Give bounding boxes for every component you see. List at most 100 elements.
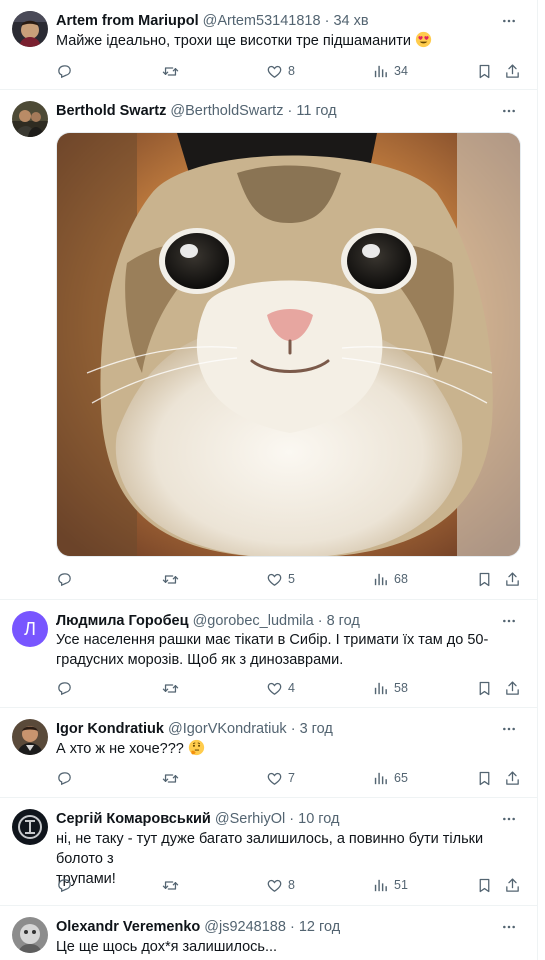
separator-dot: · [289,811,295,827]
avatar[interactable]: Л [12,611,48,647]
retweet-icon [162,571,179,588]
avatar-letter: Л [24,618,36,639]
author-name[interactable]: Olexandr Veremenko [56,919,200,935]
timestamp[interactable]: 11 год [296,103,336,119]
views-button[interactable]: 58 [372,678,408,698]
scroll-edge [537,0,545,960]
reply-button[interactable] [56,569,73,589]
reply-button[interactable] [56,875,73,895]
bookmark-icon [476,63,493,80]
tweet-text: Майже ідеально, трохи ще висотки тре під… [56,33,411,49]
author-name[interactable]: Сергій Комаровський [56,811,211,827]
share-button[interactable] [504,768,521,788]
bookmark-button[interactable] [476,61,493,81]
separator-dot: · [324,13,330,29]
separator-dot: · [289,919,295,935]
like-count: 8 [288,878,295,892]
author-handle[interactable]: @js9248188 [204,919,286,935]
views-button[interactable]: 51 [372,875,408,895]
share-icon [504,571,521,588]
share-icon [504,63,521,80]
author-handle[interactable]: @BertholdSwartz [170,103,283,119]
avatar[interactable] [12,917,48,953]
timestamp[interactable]: 34 хв [333,13,368,29]
tweet-serhiy[interactable]: Сергій Комаровський @SerhiyOl · 10 год н… [0,798,537,906]
views-button[interactable]: 34 [372,61,408,81]
tweet-liudmyla[interactable]: Л Людмила Горобец @gorobec_ludmila · 8 г… [0,600,537,708]
timestamp[interactable]: 10 год [298,811,339,827]
like-button[interactable]: 4 [266,678,295,698]
view-count: 68 [394,572,408,586]
retweet-button[interactable] [162,768,179,788]
heart-icon [266,63,283,80]
more-icon[interactable] [501,103,517,119]
retweet-button[interactable] [162,678,179,698]
tweet-text-row: Майже ідеально, трохи ще висотки тре під… [56,31,523,51]
heart-eyes-emoji-icon [415,31,432,48]
like-count: 4 [288,681,295,695]
bookmark-button[interactable] [476,768,493,788]
author-handle[interactable]: @SerhiyOl [215,811,285,827]
more-icon[interactable] [501,721,517,737]
author-handle[interactable]: @gorobec_ludmila [193,613,314,629]
author-name[interactable]: Людмила Горобец [56,613,189,629]
views-chart-icon [372,571,389,588]
timestamp[interactable]: 12 год [299,919,340,935]
like-button[interactable]: 5 [266,569,295,589]
avatar[interactable] [12,719,48,755]
bookmark-icon [476,877,493,894]
author-name[interactable]: Igor Kondratiuk [56,721,164,737]
bookmark-button[interactable] [476,875,493,895]
author-handle[interactable]: @Artem53141818 [203,13,321,29]
views-button[interactable]: 68 [372,569,408,589]
author-name[interactable]: Artem from Mariupol [56,13,199,29]
more-icon[interactable] [501,919,517,935]
tweet-artem[interactable]: Artem from Mariupol @Artem53141818 · 34 … [0,0,537,90]
author-name[interactable]: Berthold Swartz [56,103,166,119]
tweet-image[interactable] [56,132,521,557]
retweet-button[interactable] [162,61,179,81]
share-button[interactable] [504,875,521,895]
retweet-icon [162,770,179,787]
share-icon [504,680,521,697]
bookmark-icon [476,770,493,787]
timestamp[interactable]: 3 год [300,721,333,737]
tweet-berthold[interactable]: Berthold Swartz @BertholdSwartz · 11 год [0,90,537,600]
like-button[interactable]: 8 [266,875,295,895]
share-button[interactable] [504,61,521,81]
heart-icon [266,770,283,787]
like-button[interactable]: 8 [266,61,295,81]
avatar[interactable] [12,101,48,137]
more-icon[interactable] [501,13,517,29]
tweet-text-line: Усе населення рашки має тікати в Сибір. … [56,632,489,648]
timestamp[interactable]: 8 год [327,613,360,629]
like-button[interactable]: 7 [266,768,295,788]
reply-icon [56,63,73,80]
avatar[interactable] [12,809,48,845]
more-icon[interactable] [501,811,517,827]
retweet-icon [162,877,179,894]
bookmark-icon [476,571,493,588]
tweet-igor[interactable]: Igor Kondratiuk @IgorVKondratiuk · 3 год… [0,708,537,798]
share-button[interactable] [504,569,521,589]
views-button[interactable]: 65 [372,768,408,788]
more-icon[interactable] [501,613,517,629]
reply-button[interactable] [56,61,73,81]
tweet-olexandr[interactable]: Olexandr Veremenko @js9248188 · 12 год Ц… [0,906,537,960]
reply-button[interactable] [56,678,73,698]
share-button[interactable] [504,678,521,698]
heart-icon [266,571,283,588]
tweet-text-row: А хто ж не хоче??? [56,739,523,759]
bookmark-button[interactable] [476,569,493,589]
retweet-button[interactable] [162,569,179,589]
reply-icon [56,770,73,787]
view-count: 58 [394,681,408,695]
tweet-text: Це ще щось дох*я залишилось... [56,939,278,955]
bookmark-button[interactable] [476,678,493,698]
share-icon [504,877,521,894]
retweet-button[interactable] [162,875,179,895]
views-chart-icon [372,680,389,697]
reply-button[interactable] [56,768,73,788]
author-handle[interactable]: @IgorVKondratiuk [168,721,287,737]
avatar[interactable] [12,11,48,47]
